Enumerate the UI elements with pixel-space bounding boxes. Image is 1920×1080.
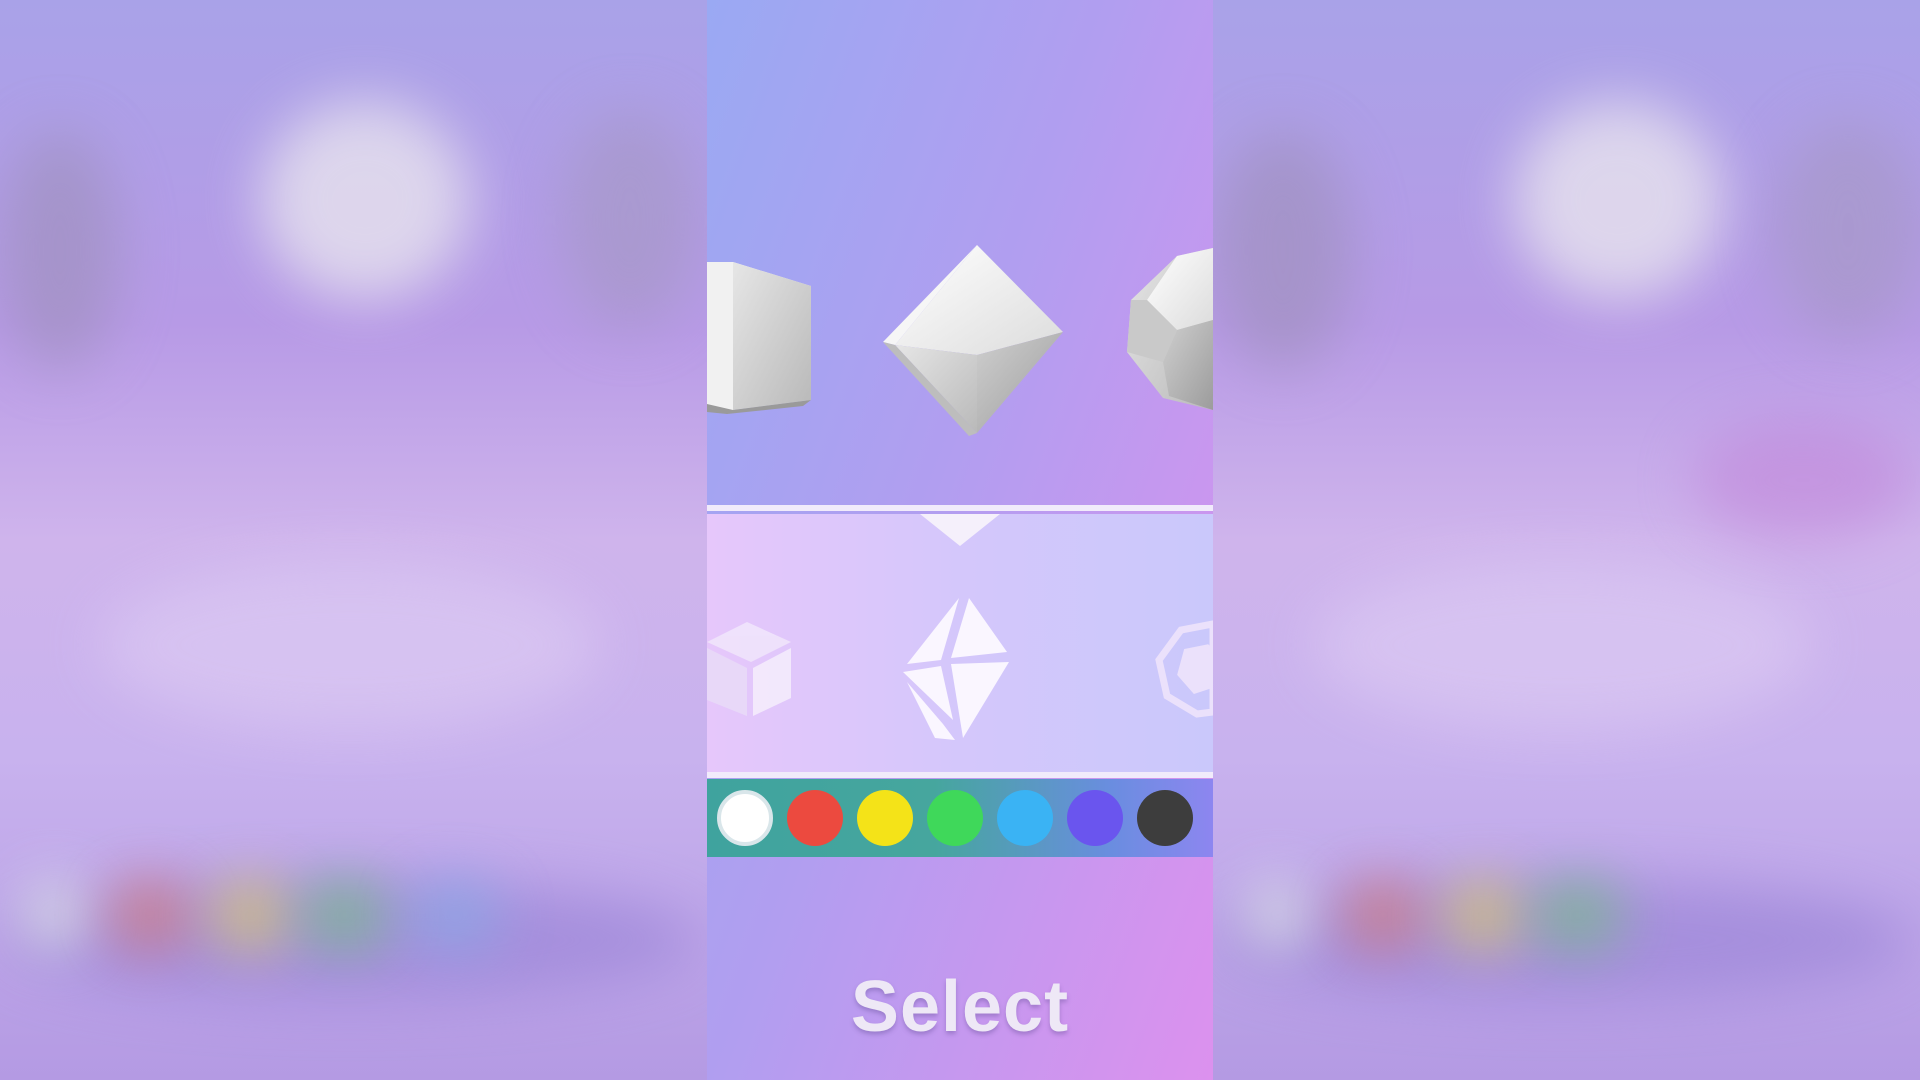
- color-swatch-red[interactable]: [787, 790, 843, 846]
- shape-carousel[interactable]: [707, 0, 1213, 505]
- octahedron-icon[interactable]: [903, 598, 1009, 740]
- dodecahedron-3d-model[interactable]: [1127, 248, 1213, 410]
- blurred-backdrop-left: [0, 0, 707, 1080]
- select-label: Select: [850, 967, 1070, 1047]
- color-swatch-blue[interactable]: [997, 790, 1053, 846]
- color-swatch-black[interactable]: [1137, 790, 1193, 846]
- color-swatch-green[interactable]: [927, 790, 983, 846]
- select-button[interactable]: Select: [810, 962, 1110, 1052]
- color-swatch-yellow[interactable]: [857, 790, 913, 846]
- cube-3d-model[interactable]: [707, 262, 811, 414]
- dodecahedron-icon[interactable]: [1155, 620, 1213, 718]
- shape-picker: [707, 514, 1213, 772]
- game-screen: Select: [0, 0, 1920, 1080]
- octahedron-3d-model[interactable]: [883, 245, 1063, 436]
- palette-divider: [707, 772, 1213, 778]
- cube-icon[interactable]: [707, 622, 791, 716]
- triangle-down-icon: [920, 514, 1000, 546]
- phone-viewport: Select: [707, 0, 1213, 1080]
- color-swatch-white[interactable]: [717, 790, 773, 846]
- color-swatch-purple[interactable]: [1067, 790, 1123, 846]
- blurred-backdrop-right: [1213, 0, 1920, 1080]
- picker-divider: [707, 505, 1213, 511]
- color-palette: [707, 779, 1213, 857]
